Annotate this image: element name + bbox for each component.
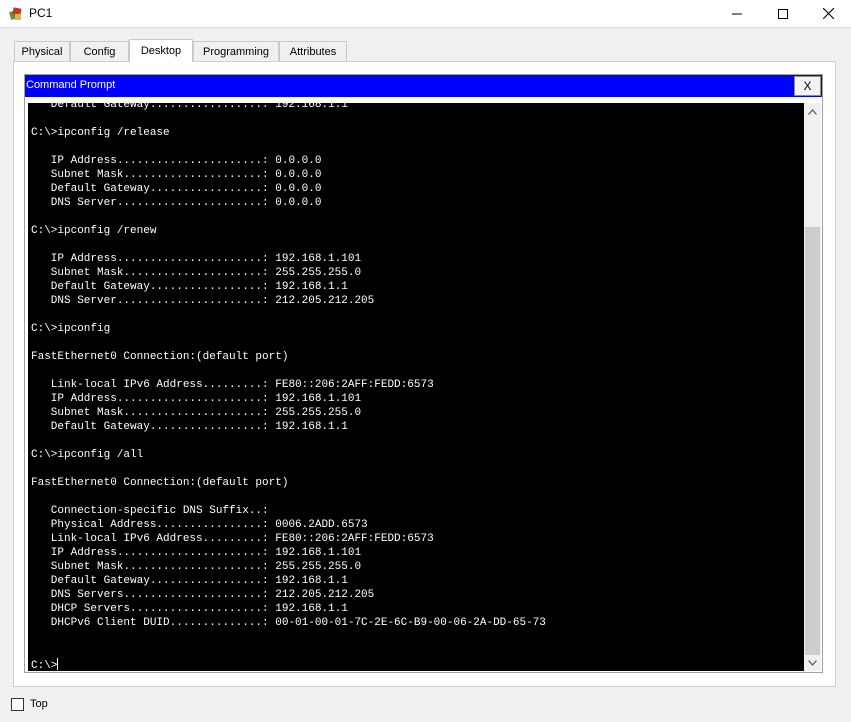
close-icon (822, 8, 834, 19)
terminal-line: DNS Server......................: 212.20… (31, 295, 375, 307)
terminal-line: DHCP Servers....................: 192.16… (31, 603, 348, 615)
close-button[interactable] (805, 0, 851, 27)
tab-config[interactable]: Config (70, 41, 129, 61)
top-checkbox-label: Top (30, 698, 48, 710)
terminal-line: Link-local IPv6 Address.........: FE80::… (31, 379, 434, 391)
terminal-line: IP Address......................: 0.0.0.… (31, 155, 322, 167)
terminal-line: Subnet Mask.....................: 255.25… (31, 407, 362, 419)
terminal-line: Default Gateway.................: 192.16… (31, 281, 348, 293)
terminal-line: Subnet Mask.....................: 255.25… (31, 267, 362, 279)
terminal-line: IP Address......................: 192.16… (31, 253, 362, 265)
terminal-prompt: C:\> (31, 660, 58, 671)
terminal-line: C:\>ipconfig /release (31, 127, 170, 139)
scroll-down-button[interactable] (804, 654, 821, 671)
chevron-down-icon (808, 659, 817, 666)
terminal-line: Link-local IPv6 Address.........: FE80::… (31, 533, 434, 545)
terminal-scrollbar[interactable] (804, 103, 821, 671)
window-title-bar: PC1 (0, 0, 851, 27)
top-checkbox[interactable] (11, 698, 24, 711)
terminal-line: FastEthernet0 Connection:(default port) (31, 477, 289, 489)
terminal-line: DNS Server......................: 0.0.0.… (31, 197, 322, 209)
terminal-line: Connection-specific DNS Suffix..: (31, 505, 269, 517)
terminal-line: C:\>ipconfig (31, 323, 111, 335)
terminal-line: DHCPv6 Client DUID..............: 00-01-… (31, 617, 546, 629)
scroll-up-button[interactable] (804, 103, 821, 120)
window-title: PC1 (29, 6, 53, 20)
terminal-line: Default Gateway.................: 192.16… (31, 103, 348, 111)
tab-programming[interactable]: Programming (193, 41, 279, 61)
minimize-icon (732, 13, 742, 14)
pc-icon (8, 6, 24, 22)
terminal-line: IP Address......................: 192.16… (31, 393, 362, 405)
terminal-line: IP Address......................: 192.16… (31, 547, 362, 559)
terminal-line: Subnet Mask.....................: 0.0.0.… (31, 169, 322, 181)
command-prompt-close-button[interactable]: X (794, 76, 821, 96)
text-cursor (57, 658, 59, 670)
command-prompt-title: Command Prompt (26, 79, 116, 91)
terminal-line: C:\>ipconfig /all (31, 449, 144, 461)
scroll-thumb[interactable] (805, 227, 820, 655)
terminal-line: Default Gateway.................: 192.16… (31, 575, 348, 587)
title-divider (0, 27, 851, 28)
maximize-button[interactable] (760, 0, 806, 27)
terminal-line: Default Gateway.................: 0.0.0.… (31, 183, 322, 195)
terminal-lines: Default Gateway.................: 192.16… (31, 103, 546, 671)
chevron-up-icon (808, 108, 817, 115)
terminal-line: Physical Address................: 0006.2… (31, 519, 368, 531)
tab-attributes[interactable]: Attributes (279, 41, 347, 61)
tab-desktop[interactable]: Desktop (129, 39, 193, 62)
terminal-line: Subnet Mask.....................: 255.25… (31, 561, 362, 573)
tab-physical[interactable]: Physical (14, 41, 70, 61)
terminal-line: C:\>ipconfig /renew (31, 225, 157, 237)
minimize-button[interactable] (714, 0, 760, 27)
command-prompt-title-bar: Command Prompt (25, 75, 822, 97)
terminal-line: DNS Servers.....................: 212.20… (31, 589, 375, 601)
maximize-icon (778, 8, 788, 19)
terminal-line: Default Gateway.................: 192.16… (31, 421, 348, 433)
terminal-line: FastEthernet0 Connection:(default port) (31, 351, 289, 363)
terminal-output[interactable]: Default Gateway.................: 192.16… (28, 103, 804, 671)
